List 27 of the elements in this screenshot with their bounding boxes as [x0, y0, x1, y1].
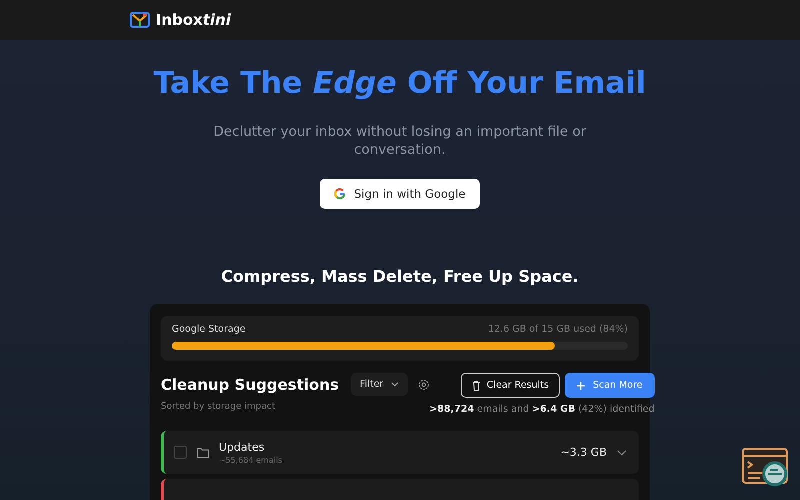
plus-icon: [577, 382, 586, 390]
settings-icon[interactable]: [418, 378, 430, 390]
tagline: Compress, Mass Delete, Free Up Space.: [221, 267, 579, 286]
folder-icon: [197, 448, 209, 458]
summary-text: >88,724 emails and >6.4 GB (42%) identified: [430, 404, 655, 415]
section-title: Cleanup Suggestions: [161, 376, 340, 394]
chevron-icon: [390, 382, 399, 387]
section-subtitle: Sorted by storage impact: [161, 402, 276, 412]
hero-title: Take The Edge Off Your Email: [154, 66, 646, 101]
clear-results-button[interactable]: Clear Results: [460, 373, 560, 398]
row-checkbox[interactable]: [174, 446, 187, 459]
row-size: ~3.3 GB: [560, 446, 607, 459]
logo-text: Inboxtini: [156, 11, 232, 29]
google-signin-button[interactable]: Sign in with Google: [320, 179, 480, 209]
hero-subtitle: Declutter your inbox without losing an important file or conversation.: [212, 123, 588, 159]
storage-label: Google Storage: [172, 324, 246, 335]
suggestion-row[interactable]: Updates ~55,684 emails ~3.3 GB: [161, 431, 639, 474]
logo-icon: [130, 12, 150, 28]
storage-reading: 12.6 GB of 15 GB used (84%): [488, 324, 628, 335]
chevron-icon[interactable]: [617, 450, 627, 456]
row-count: ~55,684 emails: [219, 456, 284, 464]
google-icon: [334, 188, 346, 200]
scan-more-button[interactable]: Scan More: [565, 373, 655, 398]
trash-icon: [472, 380, 481, 390]
help-widget-icon[interactable]: [742, 448, 790, 488]
filter-dropdown[interactable]: Filter: [351, 373, 408, 396]
row-name: Updates: [219, 440, 266, 454]
